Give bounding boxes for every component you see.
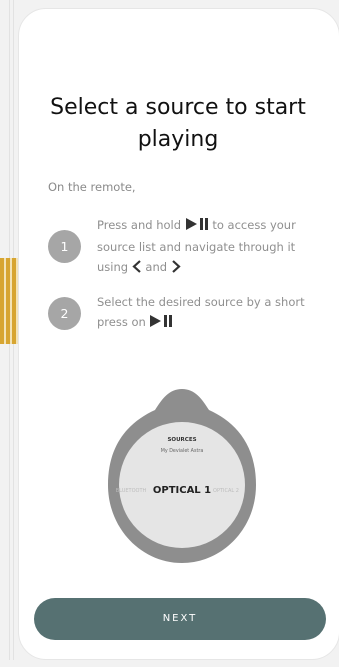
step-number-badge: 1 bbox=[48, 230, 81, 263]
intro-text: On the remote, bbox=[48, 180, 136, 194]
chevron-right-icon bbox=[171, 259, 181, 279]
play-pause-icon bbox=[185, 217, 209, 237]
play-pause-icon bbox=[149, 314, 173, 334]
remote-current-source: OPTICAL 1 bbox=[153, 485, 211, 496]
next-button[interactable]: NEXT bbox=[34, 598, 326, 640]
step-text-part: and bbox=[145, 260, 168, 274]
step-text: Press and hold to access your source lis… bbox=[97, 215, 317, 279]
page-title: Select a source to start playing bbox=[50, 95, 306, 152]
step-text-part: Select the desired source by a short pre… bbox=[97, 295, 305, 329]
accent-bar bbox=[0, 258, 18, 344]
remote-device-name: My Devialet Astra bbox=[161, 448, 204, 454]
remote-prev-source: BLUETOOTH bbox=[116, 488, 147, 494]
remote-illustration: SOURCES My Devialet Astra OPTICAL 1 BLUE… bbox=[106, 387, 258, 571]
step-number-badge: 2 bbox=[48, 297, 81, 330]
step-text: Select the desired source by a short pre… bbox=[97, 292, 317, 334]
chevron-left-icon bbox=[132, 259, 142, 279]
step-text-part: Press and hold bbox=[97, 218, 182, 232]
remote-sources-header: SOURCES bbox=[167, 437, 196, 443]
remote-next-source: OPTICAL 2 bbox=[213, 488, 239, 494]
